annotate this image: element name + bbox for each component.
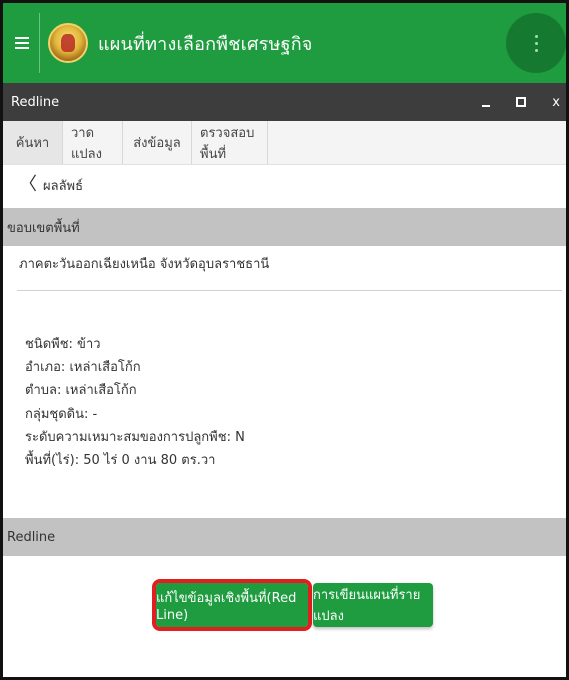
tab-draw-plot[interactable]: วาดแปลง <box>63 121 123 164</box>
minimize-icon[interactable] <box>482 105 491 107</box>
app-title: แผนที่ทางเลือกพืชเศรษฐกิจ <box>98 33 313 55</box>
agency-logo <box>48 23 88 63</box>
app-bar: แผนที่ทางเลือกพืชเศรษฐกิจ <box>3 3 566 83</box>
district: อำเภอ: เหล่าเสือโก้ก <box>25 360 141 376</box>
hamburger-icon[interactable] <box>15 37 29 49</box>
boundary-section-header: ขอบเขตพื้นที่ <box>3 208 566 246</box>
maximize-icon[interactable] <box>516 97 527 107</box>
redline-section-header: Redline <box>3 518 566 556</box>
close-icon[interactable]: x <box>552 96 560 109</box>
plot-details: ชนิดพืช: ข้าว อำเภอ: เหล่าเสือโก้ก ตำบล:… <box>25 333 245 472</box>
subdistrict: ตำบล: เหล่าเสือโก้ก <box>25 383 137 399</box>
back-to-results-link[interactable]: 〈 ผลลัพธ์ <box>3 165 566 205</box>
area-size: พื้นที่(ไร่): 50 ไร่ 0 งาน 80 ตร.วา <box>25 453 216 469</box>
soil-group: กลุ่มชุดดิน: - <box>25 406 98 422</box>
window-controls: x <box>482 83 560 121</box>
app-bar-divider <box>39 13 40 73</box>
tab-send-data[interactable]: ส่งข้อมูล <box>123 121 192 164</box>
window-title-bar: Redline x <box>3 83 566 121</box>
plot-plan-button[interactable]: การเขียนแผนที่รายแปลง <box>313 583 433 627</box>
crop-type: ชนิดพืช: ข้าว <box>25 337 101 352</box>
chevron-left-icon: 〈 <box>19 174 37 195</box>
tab-check-area[interactable]: ตรวจสอบพื้นที่ <box>192 121 268 164</box>
tab-bar: ค้นหา วาดแปลง ส่งข้อมูล ตรวจสอบพื้นที่ <box>3 121 566 165</box>
kebab-menu-icon[interactable] <box>506 13 566 73</box>
tab-search[interactable]: ค้นหา <box>3 121 63 164</box>
edit-redline-button[interactable]: แก้ไขข้อมูลเชิงพื้นที่(Red Line) <box>152 579 312 631</box>
back-label: ผลลัพธ์ <box>43 178 84 194</box>
region-text: ภาคตะวันออกเฉียงเหนือ จังหวัดอุบลราชธานี <box>19 256 270 272</box>
divider <box>17 290 562 291</box>
suitability-level: ระดับความเหมาะสมของการปลูกพืช: N <box>25 429 245 445</box>
window-title: Redline <box>11 94 60 110</box>
app-window: แผนที่ทางเลือกพืชเศรษฐกิจ Redline x ค้นห… <box>0 0 569 680</box>
action-buttons: แก้ไขข้อมูลเชิงพื้นที่(Red Line) การเขีย… <box>3 579 566 631</box>
